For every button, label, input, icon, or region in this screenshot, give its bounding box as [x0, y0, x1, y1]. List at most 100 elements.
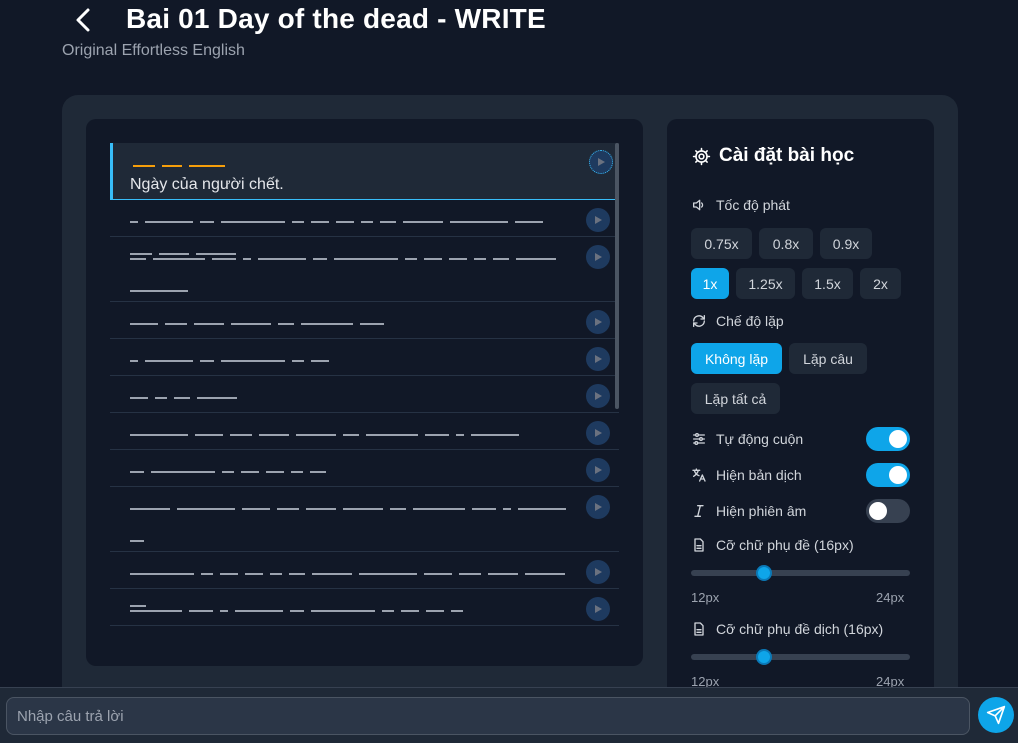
sentence-row[interactable]	[110, 339, 619, 376]
send-icon	[986, 705, 1006, 725]
speed-option-0-75x[interactable]: 0.75x	[691, 228, 752, 259]
play-sentence-button[interactable]	[586, 208, 610, 232]
word-blank	[165, 323, 187, 325]
page-title: Bai 01 Day of the dead - WRITE	[126, 3, 546, 34]
word-blank	[306, 508, 336, 510]
show-translation-toggle[interactable]	[866, 463, 910, 487]
sentence-row[interactable]	[110, 302, 619, 339]
word-blank	[390, 508, 406, 510]
repeat-icon	[693, 315, 705, 327]
speed-option-1x[interactable]: 1x	[691, 268, 729, 299]
repeat-option-sentence[interactable]: Lặp câu	[789, 343, 867, 374]
play-sentence-button[interactable]	[586, 458, 610, 482]
toggle-knob	[869, 502, 887, 520]
file-text-icon	[694, 538, 704, 552]
speed-option-2x[interactable]: 2x	[860, 268, 901, 299]
auto-scroll-toggle[interactable]	[866, 427, 910, 451]
play-sentence-button[interactable]	[586, 310, 610, 334]
sentence-list[interactable]: Ngày của người chết.	[110, 143, 619, 643]
settings-panel: Cài đặt bài học Tốc độ phát 0.75x 0.8x 0…	[667, 119, 934, 705]
word-blank	[451, 610, 463, 612]
play-icon	[595, 503, 602, 511]
word-blank	[220, 573, 238, 575]
answer-bar	[0, 687, 1018, 743]
translation-size-slider[interactable]	[691, 649, 910, 665]
subtitle-size-min: 12px	[691, 590, 720, 605]
word-blank	[291, 471, 303, 473]
sentence-row[interactable]	[110, 487, 619, 552]
back-button[interactable]	[70, 4, 100, 36]
word-blank	[343, 434, 359, 436]
word-blank	[516, 258, 556, 260]
word-blank	[155, 397, 167, 399]
translate-icon	[692, 468, 706, 482]
sentence-row[interactable]	[110, 413, 619, 450]
play-sentence-button[interactable]	[586, 560, 610, 584]
play-sentence-button[interactable]	[586, 347, 610, 371]
word-blank	[515, 221, 543, 223]
word-blank	[242, 508, 270, 510]
sentence-row[interactable]	[110, 552, 619, 607]
play-icon	[595, 605, 602, 613]
subtitle-size-label-text: Cỡ chữ phụ đề (16px)	[716, 537, 854, 553]
speed-option-0-8x[interactable]: 0.8x	[759, 228, 813, 259]
word-blank	[221, 221, 285, 223]
italic-icon	[694, 505, 704, 517]
play-sentence-button[interactable]	[586, 245, 610, 269]
play-sentence-button[interactable]	[586, 495, 610, 519]
word-blank	[450, 221, 508, 223]
show-phonetic-label: Hiện phiên âm	[691, 503, 806, 519]
slider-thumb[interactable]	[756, 565, 772, 581]
speed-option-0-9x[interactable]: 0.9x	[820, 228, 872, 259]
word-blank	[278, 323, 294, 325]
play-icon	[595, 355, 602, 363]
show-translation-label-text: Hiện bản dịch	[716, 467, 802, 483]
word-blank	[403, 221, 443, 223]
word-blank	[200, 360, 214, 362]
word-blank	[177, 508, 235, 510]
sentence-row[interactable]	[110, 237, 619, 302]
word-blank	[222, 471, 234, 473]
repeat-option-none[interactable]: Không lặp	[691, 343, 782, 374]
translation-size-label-text: Cỡ chữ phụ đề dịch (16px)	[716, 621, 884, 637]
gear-icon	[692, 147, 711, 165]
sentence-row[interactable]	[110, 200, 619, 255]
sentence-row[interactable]	[110, 589, 619, 626]
word-blank	[311, 610, 375, 612]
word-blank	[472, 508, 496, 510]
show-translation-label: Hiện bản dịch	[691, 467, 802, 483]
word-blank	[310, 471, 326, 473]
play-icon	[598, 158, 605, 166]
repeat-option-all[interactable]: Lặp tất cả	[691, 383, 780, 414]
subtitle-size-slider[interactable]	[691, 565, 910, 581]
play-sentence-button[interactable]	[589, 150, 613, 174]
play-sentence-button[interactable]	[586, 597, 610, 621]
word-blank	[277, 508, 299, 510]
settings-title: Cài đặt bài học	[719, 145, 855, 166]
word-blank	[230, 434, 252, 436]
answer-input[interactable]	[6, 697, 970, 735]
word-blank	[258, 258, 306, 260]
sliders-icon	[693, 433, 705, 445]
word-blank	[493, 258, 509, 260]
word-blank	[195, 434, 223, 436]
word-blank	[456, 434, 464, 436]
sentence-row[interactable]	[110, 450, 619, 487]
subtitle-size-max: 24px	[876, 590, 905, 605]
subtitle-size-label: Cỡ chữ phụ đề (16px)	[691, 537, 854, 553]
word-blank	[130, 258, 146, 260]
translation-size-label: Cỡ chữ phụ đề dịch (16px)	[691, 621, 883, 637]
sentence-row[interactable]	[110, 376, 619, 413]
speed-option-1-25x[interactable]: 1.25x	[736, 268, 795, 299]
word-blank	[241, 471, 259, 473]
speed-option-1-5x[interactable]: 1.5x	[802, 268, 853, 299]
sentence-translation: Ngày của người chết.	[130, 176, 284, 193]
show-phonetic-toggle[interactable]	[866, 499, 910, 523]
word-blank	[235, 610, 283, 612]
play-sentence-button[interactable]	[586, 384, 610, 408]
play-sentence-button[interactable]	[586, 421, 610, 445]
send-button[interactable]	[978, 697, 1014, 733]
slider-thumb[interactable]	[756, 649, 772, 665]
sentence-row[interactable]: Ngày của người chết.	[110, 143, 619, 200]
list-scrollbar[interactable]	[615, 143, 619, 409]
